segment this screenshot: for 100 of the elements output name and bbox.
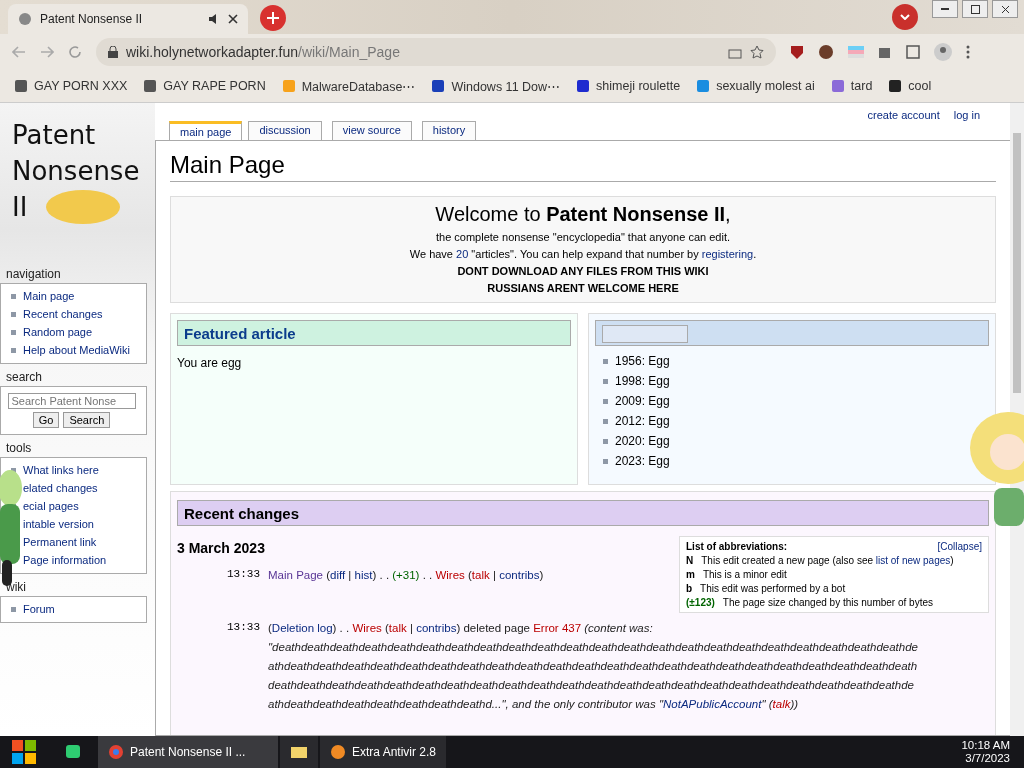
missing-page-link[interactable]: Wires xyxy=(352,622,382,634)
bullet-icon xyxy=(603,379,608,384)
event-item: 2009: Egg xyxy=(615,394,670,408)
sidebar-link[interactable]: elated changes xyxy=(23,479,98,497)
page-tab[interactable]: main page xyxy=(169,121,243,140)
change-link[interactable]: hist xyxy=(354,569,373,581)
close-icon[interactable] xyxy=(228,14,238,24)
section-heading: Recent changes xyxy=(177,500,989,526)
bookmark[interactable]: tard xyxy=(830,79,873,93)
puzzle-icon[interactable] xyxy=(878,45,892,59)
shield-icon[interactable] xyxy=(790,44,804,60)
date-heading: 3 March 2023 xyxy=(177,540,265,556)
site-logo[interactable]: Patent Nonsense II xyxy=(0,117,155,267)
missing-page-link[interactable]: Error 437 xyxy=(533,622,582,634)
bullet-icon xyxy=(603,419,608,424)
extension-icon[interactable] xyxy=(818,44,834,60)
event-item: 2012: Egg xyxy=(615,414,670,428)
bullet-icon xyxy=(603,399,608,404)
sidebar-link[interactable]: Forum xyxy=(23,600,55,618)
change-link[interactable]: contribs xyxy=(416,622,457,634)
bookmark[interactable]: Windows 11 Dow⋯ xyxy=(431,78,561,94)
menu-icon[interactable] xyxy=(966,45,970,59)
event-item: 1998: Egg xyxy=(615,374,670,388)
bookmark[interactable]: GAY RAPE PORN xyxy=(143,79,266,93)
legend-title: List of abbreviations: xyxy=(686,541,788,552)
missing-page-link[interactable]: talk xyxy=(388,622,407,634)
bullet-icon xyxy=(11,607,16,612)
taskbar-app[interactable] xyxy=(280,736,318,768)
page-link[interactable]: Main Page xyxy=(268,569,323,581)
missing-page-link[interactable]: Wires xyxy=(435,569,465,581)
bookmark-icon xyxy=(888,79,903,93)
bookmark-icon xyxy=(14,79,28,93)
chevron-down-icon xyxy=(900,14,910,20)
new-tab-button[interactable] xyxy=(260,5,286,31)
bookmark[interactable]: MalwareDatabase⋯ xyxy=(281,78,416,94)
portlet-title: search xyxy=(5,370,44,384)
change-time: 13:33 xyxy=(227,621,260,633)
featured-text: You are egg xyxy=(177,356,243,370)
sidebar-link[interactable]: ecial pages xyxy=(23,497,79,515)
minimize-button[interactable] xyxy=(932,0,958,18)
page-tab[interactable]: history xyxy=(421,121,477,140)
star-icon[interactable] xyxy=(750,45,764,59)
sidebar-link[interactable]: intable version xyxy=(23,515,94,533)
page-tab[interactable]: view source xyxy=(331,121,412,140)
account-link[interactable]: log in xyxy=(953,109,980,121)
bookmark[interactable]: cool xyxy=(888,79,932,93)
missing-page-link[interactable]: talk xyxy=(772,698,791,710)
bookmark[interactable]: GAY PORN XXX xyxy=(14,79,128,93)
profile-icon[interactable] xyxy=(934,43,952,61)
legend-text: This edit created a new page (also see list of new pages) xyxy=(701,555,954,566)
bookmark-icon xyxy=(830,79,845,93)
taskbar-app[interactable]: Patent Nonsense II ... xyxy=(98,736,278,768)
legend-key: m xyxy=(686,569,695,580)
bookmark-icon xyxy=(576,79,591,93)
close-button[interactable] xyxy=(992,0,1018,18)
bookmark[interactable]: shimeji roulette xyxy=(576,79,681,93)
notice: RUSSIANS ARENT WELCOME HERE xyxy=(486,282,680,294)
missing-page-link[interactable]: talk xyxy=(471,569,490,581)
sidebar-link[interactable]: What links here xyxy=(23,461,99,479)
browser-tab[interactable]: Patent Nonsense II xyxy=(8,4,248,34)
change-entry: Main Page (diff | hist) . . (+31) . . Wires (talk | contribs) xyxy=(268,568,544,583)
page-tab[interactable]: discussion xyxy=(248,121,322,140)
bullet-icon xyxy=(11,330,16,335)
change-link[interactable]: NotAPublicAccount xyxy=(663,698,762,710)
address-bar[interactable]: wiki.holynetworkadapter.fun/wiki/Main_Page xyxy=(96,38,776,66)
sidebar-link[interactable]: Page information xyxy=(23,551,107,569)
restore-button[interactable] xyxy=(962,0,988,18)
sidebar-link[interactable]: Random page xyxy=(23,323,93,341)
bullet-icon xyxy=(603,439,608,444)
antivirus-icon xyxy=(330,744,346,760)
taskbar-app[interactable]: Extra Antivir 2.8 xyxy=(320,736,447,768)
collapse-link[interactable]: [Collapse] xyxy=(937,541,982,552)
tab-search-button[interactable] xyxy=(892,4,918,30)
account-link[interactable]: create account xyxy=(867,109,940,121)
legend-text: The page size changed by this number of bytes xyxy=(722,597,933,608)
notice: DONT DOWNLOAD ANY FILES FROM THIS WIKI xyxy=(456,265,710,277)
sidebar-link[interactable]: Help about MediaWiki xyxy=(23,341,130,359)
event-item: 1956: Egg xyxy=(615,354,670,368)
count-link[interactable]: 20 xyxy=(456,248,469,260)
sidebar-icon[interactable] xyxy=(906,45,920,59)
sidebar-link[interactable]: Recent changes xyxy=(23,305,103,323)
sidebar-link[interactable]: Main page xyxy=(23,287,75,305)
page-title: Main Page xyxy=(170,151,996,182)
change-link[interactable]: diff xyxy=(330,569,346,581)
bookmark[interactable]: sexually molest ai xyxy=(696,79,815,93)
change-link[interactable]: contribs xyxy=(499,569,540,581)
folder-icon xyxy=(290,745,308,759)
sidebar-link[interactable]: Permanent link xyxy=(23,533,97,551)
portlet-title: tools xyxy=(5,441,33,455)
clock[interactable]: 10:18 AM 3/7/2023 xyxy=(961,739,1024,765)
change-link[interactable]: Deletion log xyxy=(271,622,333,634)
search-field[interactable]: Search Patent Nonse xyxy=(7,393,136,409)
tab-title: Patent Nonsense II xyxy=(40,12,144,26)
scrollbar-thumb[interactable] xyxy=(1013,133,1021,393)
search-button[interactable]: Search xyxy=(63,412,111,428)
article-count: We have 20 "articles". You can help expand that number by registering. xyxy=(408,248,758,260)
legend-text: This edit was performed by a bot xyxy=(700,583,846,594)
change-entry: (Deletion log) . . Wires (talk | contribs) deleted page Error 437 (content was: "deathdeathdeathdeathdeathdeathdeathdeathdeathdeathdeathdeathdeathdeathdeathdeathdeathdeathdeathdeathdeathdeathdeathdeathdeathdeathdeathdeathdeathdeathdeathdeathdeathdeathdeathdeathdeathdeathdeathdeathdeathdeathdeathdeathdeathdeathdeathdeathdeathdeathdeathdeathdeathdeathdeathdeathdeathdeathdeathdeathdeathdeathdeathdeathdeathdeathdeathdeathdeathdeathdeathdeathdeathdeathdeathd...", and the only contributor was "NotAPublicAccount" (talk)) xyxy=(268,621,918,712)
bullet-icon xyxy=(11,348,16,353)
search-button[interactable]: Go xyxy=(32,412,60,428)
